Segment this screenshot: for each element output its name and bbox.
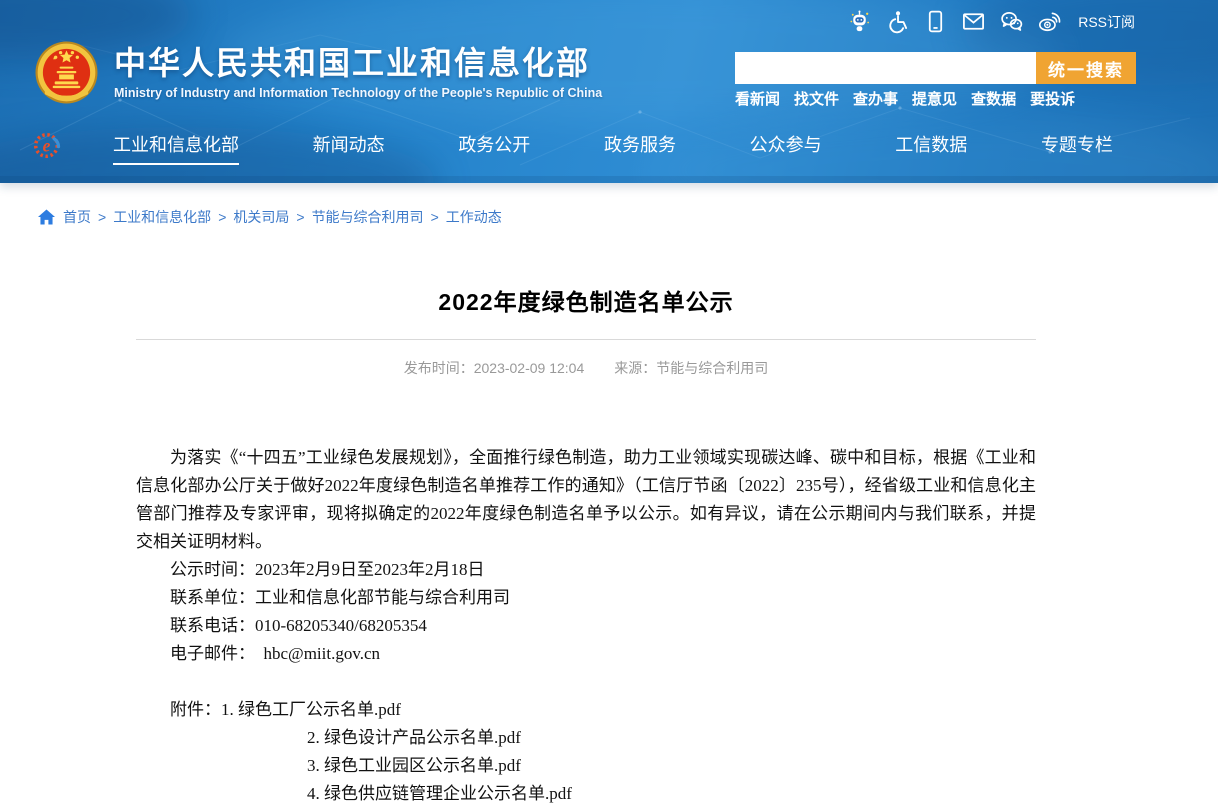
nav-item-industry-data[interactable]: 工信数据 [895, 131, 967, 165]
main-nav: 工业和信息化部 新闻动态 政务公开 政务服务 公众参与 工信数据 专题专栏 [113, 131, 1113, 165]
article-meta: 发布时间：2023-02-09 12:04 来源：节能与综合利用司 [136, 358, 1036, 378]
contact-unit-line: 联系单位：工业和信息化部节能与综合利用司 [136, 584, 1036, 612]
nav-item-special-topics[interactable]: 专题专栏 [1041, 131, 1113, 165]
rss-subscribe-link[interactable]: RSS订阅 [1078, 12, 1135, 32]
topbar-utility-links: RSS订阅 [847, 9, 1135, 34]
attachments-list: 附件：1. 绿色工厂公示名单.pdf 2. 绿色设计产品公示名单.pdf 3. … [136, 696, 1036, 808]
miit-e-logo-icon: e [29, 127, 66, 164]
attachment-link-1[interactable]: 1. 绿色工厂公示名单.pdf [221, 700, 401, 719]
accessibility-icon[interactable] [885, 9, 910, 34]
quick-link-data[interactable]: 查数据 [971, 88, 1016, 109]
quick-link-complaints[interactable]: 要投诉 [1030, 88, 1075, 109]
breadcrumb-work-updates[interactable]: 工作动态 [446, 207, 502, 227]
quick-links: 看新闻 找文件 查办事 提意见 查数据 要投诉 [735, 88, 1075, 109]
brand-text: 中华人民共和国工业和信息化部 Ministry of Industry and … [114, 45, 602, 100]
site-brand[interactable]: 中华人民共和国工业和信息化部 Ministry of Industry and … [35, 41, 602, 104]
breadcrumb-separator: > [98, 209, 106, 225]
home-icon[interactable] [38, 209, 55, 225]
publish-time: 发布时间：2023-02-09 12:04 [404, 360, 585, 376]
mail-icon[interactable] [961, 9, 986, 34]
breadcrumb-miit[interactable]: 工业和信息化部 [113, 207, 211, 227]
nav-item-gov-services[interactable]: 政务服务 [604, 131, 676, 165]
contact-email-line: 电子邮件： hbc@miit.gov.cn [136, 640, 1036, 668]
ministry-subtitle-en: Ministry of Industry and Information Tec… [114, 86, 602, 100]
robot-assistant-icon[interactable] [847, 9, 872, 34]
breadcrumb-separator: > [296, 209, 304, 225]
search-box: 统一搜索 [735, 52, 1136, 84]
nav-item-miit[interactable]: 工业和信息化部 [113, 131, 239, 165]
quick-link-suggestions[interactable]: 提意见 [912, 88, 957, 109]
title-divider [136, 339, 1036, 340]
breadcrumb-separator: > [218, 209, 226, 225]
article-paragraph: 为落实《“十四五”工业绿色发展规划》，全面推行绿色制造，助力工业领域实现碳达峰、… [136, 444, 1036, 556]
contact-phone-line: 联系电话：010-68205340/68205354 [136, 612, 1036, 640]
quick-link-services[interactable]: 查办事 [853, 88, 898, 109]
attachment-link-2[interactable]: 2. 绿色设计产品公示名单.pdf [136, 724, 1036, 752]
breadcrumb: 首页 > 工业和信息化部 > 机关司局 > 节能与综合利用司 > 工作动态 [0, 183, 1218, 235]
article-source: 来源：节能与综合利用司 [614, 360, 768, 376]
breadcrumb-departments[interactable]: 机关司局 [233, 207, 289, 227]
site-header: RSS订阅 中华人民共和国工业和信息化部 Ministr [0, 0, 1218, 183]
page-title: 2022年度绿色制造名单公示 [136, 283, 1036, 317]
weibo-icon[interactable] [1037, 9, 1062, 34]
attachment-link-4[interactable]: 4. 绿色供应链管理企业公示名单.pdf [136, 780, 1036, 808]
article-body: 为落实《“十四五”工业绿色发展规划》，全面推行绿色制造，助力工业领域实现碳达峰、… [136, 444, 1036, 808]
article-content: 2022年度绿色制造名单公示 发布时间：2023-02-09 12:04 来源：节… [136, 283, 1036, 808]
quick-link-documents[interactable]: 找文件 [794, 88, 839, 109]
mobile-icon[interactable] [923, 9, 948, 34]
breadcrumb-home[interactable]: 首页 [63, 207, 91, 227]
breadcrumb-energy-dept[interactable]: 节能与综合利用司 [312, 207, 424, 227]
attachment-row: 附件：1. 绿色工厂公示名单.pdf [136, 696, 1036, 724]
breadcrumb-separator: > [431, 209, 439, 225]
ministry-title: 中华人民共和国工业和信息化部 [114, 45, 602, 81]
publicity-period-line: 公示时间：2023年2月9日至2023年2月18日 [136, 556, 1036, 584]
attachments-label: 附件： [170, 700, 221, 719]
unified-search-button[interactable]: 统一搜索 [1036, 52, 1136, 84]
search-input[interactable] [735, 52, 1036, 84]
wechat-icon[interactable] [999, 9, 1024, 34]
quick-link-news[interactable]: 看新闻 [735, 88, 780, 109]
attachment-link-3[interactable]: 3. 绿色工业园区公示名单.pdf [136, 752, 1036, 780]
national-emblem-logo [35, 41, 98, 104]
nav-item-public-participation[interactable]: 公众参与 [750, 131, 822, 165]
nav-item-gov-affairs[interactable]: 政务公开 [458, 131, 530, 165]
nav-item-news[interactable]: 新闻动态 [313, 131, 385, 165]
svg-text:e: e [43, 136, 51, 156]
